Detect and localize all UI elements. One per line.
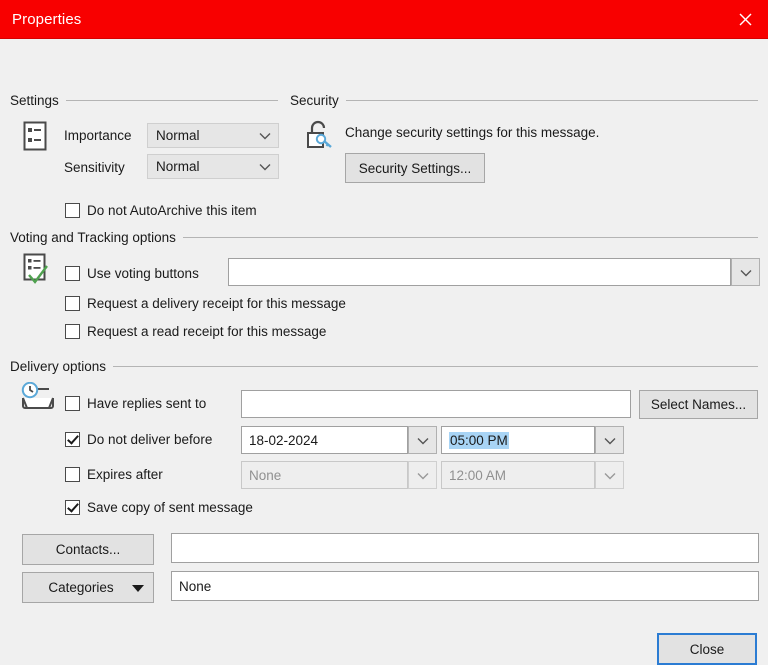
read-receipt-checkbox[interactable] xyxy=(65,324,80,339)
not-deliver-before-date-dropdown-button[interactable] xyxy=(408,426,437,454)
categories-value: None xyxy=(179,578,212,594)
dialog-body: Settings Importance Normal Sensitivity N… xyxy=(0,39,768,665)
have-replies-checkbox[interactable] xyxy=(65,396,80,411)
voting-buttons-dropdown-button[interactable] xyxy=(731,258,760,286)
autoarchive-checkbox[interactable] xyxy=(65,203,80,218)
delivery-receipt-checkbox-row[interactable]: Request a delivery receipt for this mess… xyxy=(65,296,346,311)
group-rule-voting xyxy=(182,237,758,238)
categories-input[interactable]: None xyxy=(171,571,759,601)
categories-button[interactable]: Categories xyxy=(22,572,154,603)
not-deliver-before-time-dropdown-button[interactable] xyxy=(595,426,624,454)
chevron-down-icon xyxy=(417,433,429,448)
have-replies-label: Have replies sent to xyxy=(87,396,207,411)
autoarchive-checkbox-row[interactable]: Do not AutoArchive this item xyxy=(65,203,257,218)
expires-after-date-dropdown-button[interactable] xyxy=(408,461,437,489)
not-deliver-before-checkbox[interactable] xyxy=(65,432,80,447)
inbox-clock-icon xyxy=(19,381,55,417)
chevron-down-icon xyxy=(604,468,616,483)
delivery-receipt-label: Request a delivery receipt for this mess… xyxy=(87,296,346,311)
expires-after-time-dropdown-button[interactable] xyxy=(595,461,624,489)
group-label-settings: Settings xyxy=(10,93,59,108)
expires-after-date-input[interactable]: None xyxy=(241,461,408,489)
expires-after-checkbox-row[interactable]: Expires after xyxy=(65,467,163,482)
group-rule-delivery xyxy=(113,366,758,367)
close-button-label: Close xyxy=(689,641,725,657)
group-label-voting: Voting and Tracking options xyxy=(10,230,176,245)
close-button[interactable]: Close xyxy=(657,633,757,665)
security-description: Change security settings for this messag… xyxy=(345,125,600,140)
not-deliver-before-date-input[interactable]: 18-02-2024 xyxy=(241,426,408,454)
expires-after-label: Expires after xyxy=(87,467,163,482)
expires-after-date-value: None xyxy=(249,467,282,483)
importance-label: Importance xyxy=(64,128,132,143)
window-title: Properties xyxy=(12,10,82,28)
save-copy-checkbox[interactable] xyxy=(65,500,80,515)
sensitivity-combo[interactable]: Normal xyxy=(147,154,279,179)
group-header-voting: Voting and Tracking options xyxy=(10,230,758,245)
chevron-down-icon xyxy=(417,468,429,483)
chevron-down-icon xyxy=(604,433,616,448)
read-receipt-checkbox-row[interactable]: Request a read receipt for this message xyxy=(65,324,326,339)
clipboard-check-icon xyxy=(22,253,52,288)
close-x-icon[interactable] xyxy=(722,0,768,38)
title-bar: Properties xyxy=(0,0,768,39)
group-header-security: Security xyxy=(290,93,758,108)
select-names-button-label: Select Names... xyxy=(650,397,747,412)
save-copy-checkbox-row[interactable]: Save copy of sent message xyxy=(65,500,253,515)
not-deliver-before-time-value: 05:00 PM xyxy=(449,431,509,449)
group-label-delivery: Delivery options xyxy=(10,359,107,374)
not-deliver-before-label: Do not deliver before xyxy=(87,432,213,447)
select-names-button[interactable]: Select Names... xyxy=(639,390,758,419)
voting-buttons-input[interactable] xyxy=(228,258,731,286)
contacts-input[interactable] xyxy=(171,533,759,563)
delivery-receipt-checkbox[interactable] xyxy=(65,296,80,311)
importance-value: Normal xyxy=(156,128,200,143)
not-deliver-before-date-value: 18-02-2024 xyxy=(249,432,319,448)
chevron-down-icon xyxy=(252,132,278,140)
contacts-button[interactable]: Contacts... xyxy=(22,534,154,565)
use-voting-checkbox-row[interactable]: Use voting buttons xyxy=(65,266,199,281)
chevron-down-icon xyxy=(740,265,752,280)
contacts-button-label: Contacts... xyxy=(55,542,121,557)
use-voting-checkbox[interactable] xyxy=(65,266,80,281)
group-header-delivery: Delivery options xyxy=(10,359,758,374)
have-replies-checkbox-row[interactable]: Have replies sent to xyxy=(65,396,206,411)
padlock-key-icon xyxy=(303,119,335,154)
not-deliver-before-time-input[interactable]: 05:00 PM xyxy=(441,426,595,454)
expires-after-checkbox[interactable] xyxy=(65,467,80,482)
not-deliver-before-checkbox-row[interactable]: Do not deliver before xyxy=(65,432,212,447)
security-settings-button-label: Security Settings... xyxy=(358,160,472,176)
group-label-security: Security xyxy=(290,93,339,108)
read-receipt-label: Request a read receipt for this message xyxy=(87,324,327,339)
save-copy-label: Save copy of sent message xyxy=(87,500,253,515)
caret-down-icon xyxy=(123,584,153,592)
chevron-down-icon xyxy=(252,163,278,171)
sensitivity-value: Normal xyxy=(156,159,200,174)
use-voting-label: Use voting buttons xyxy=(87,266,199,281)
security-settings-button[interactable]: Security Settings... xyxy=(345,153,485,183)
sensitivity-label: Sensitivity xyxy=(64,160,125,175)
group-header-settings: Settings xyxy=(10,93,278,108)
expires-after-time-input[interactable]: 12:00 AM xyxy=(441,461,595,489)
group-rule-settings xyxy=(65,100,278,101)
expires-after-time-value: 12:00 AM xyxy=(449,467,507,483)
importance-combo[interactable]: Normal xyxy=(147,123,279,148)
have-replies-input[interactable] xyxy=(241,390,631,418)
settings-list-icon xyxy=(22,121,48,154)
group-rule-security xyxy=(345,100,758,101)
categories-button-label: Categories xyxy=(48,580,114,595)
autoarchive-label: Do not AutoArchive this item xyxy=(87,203,257,218)
